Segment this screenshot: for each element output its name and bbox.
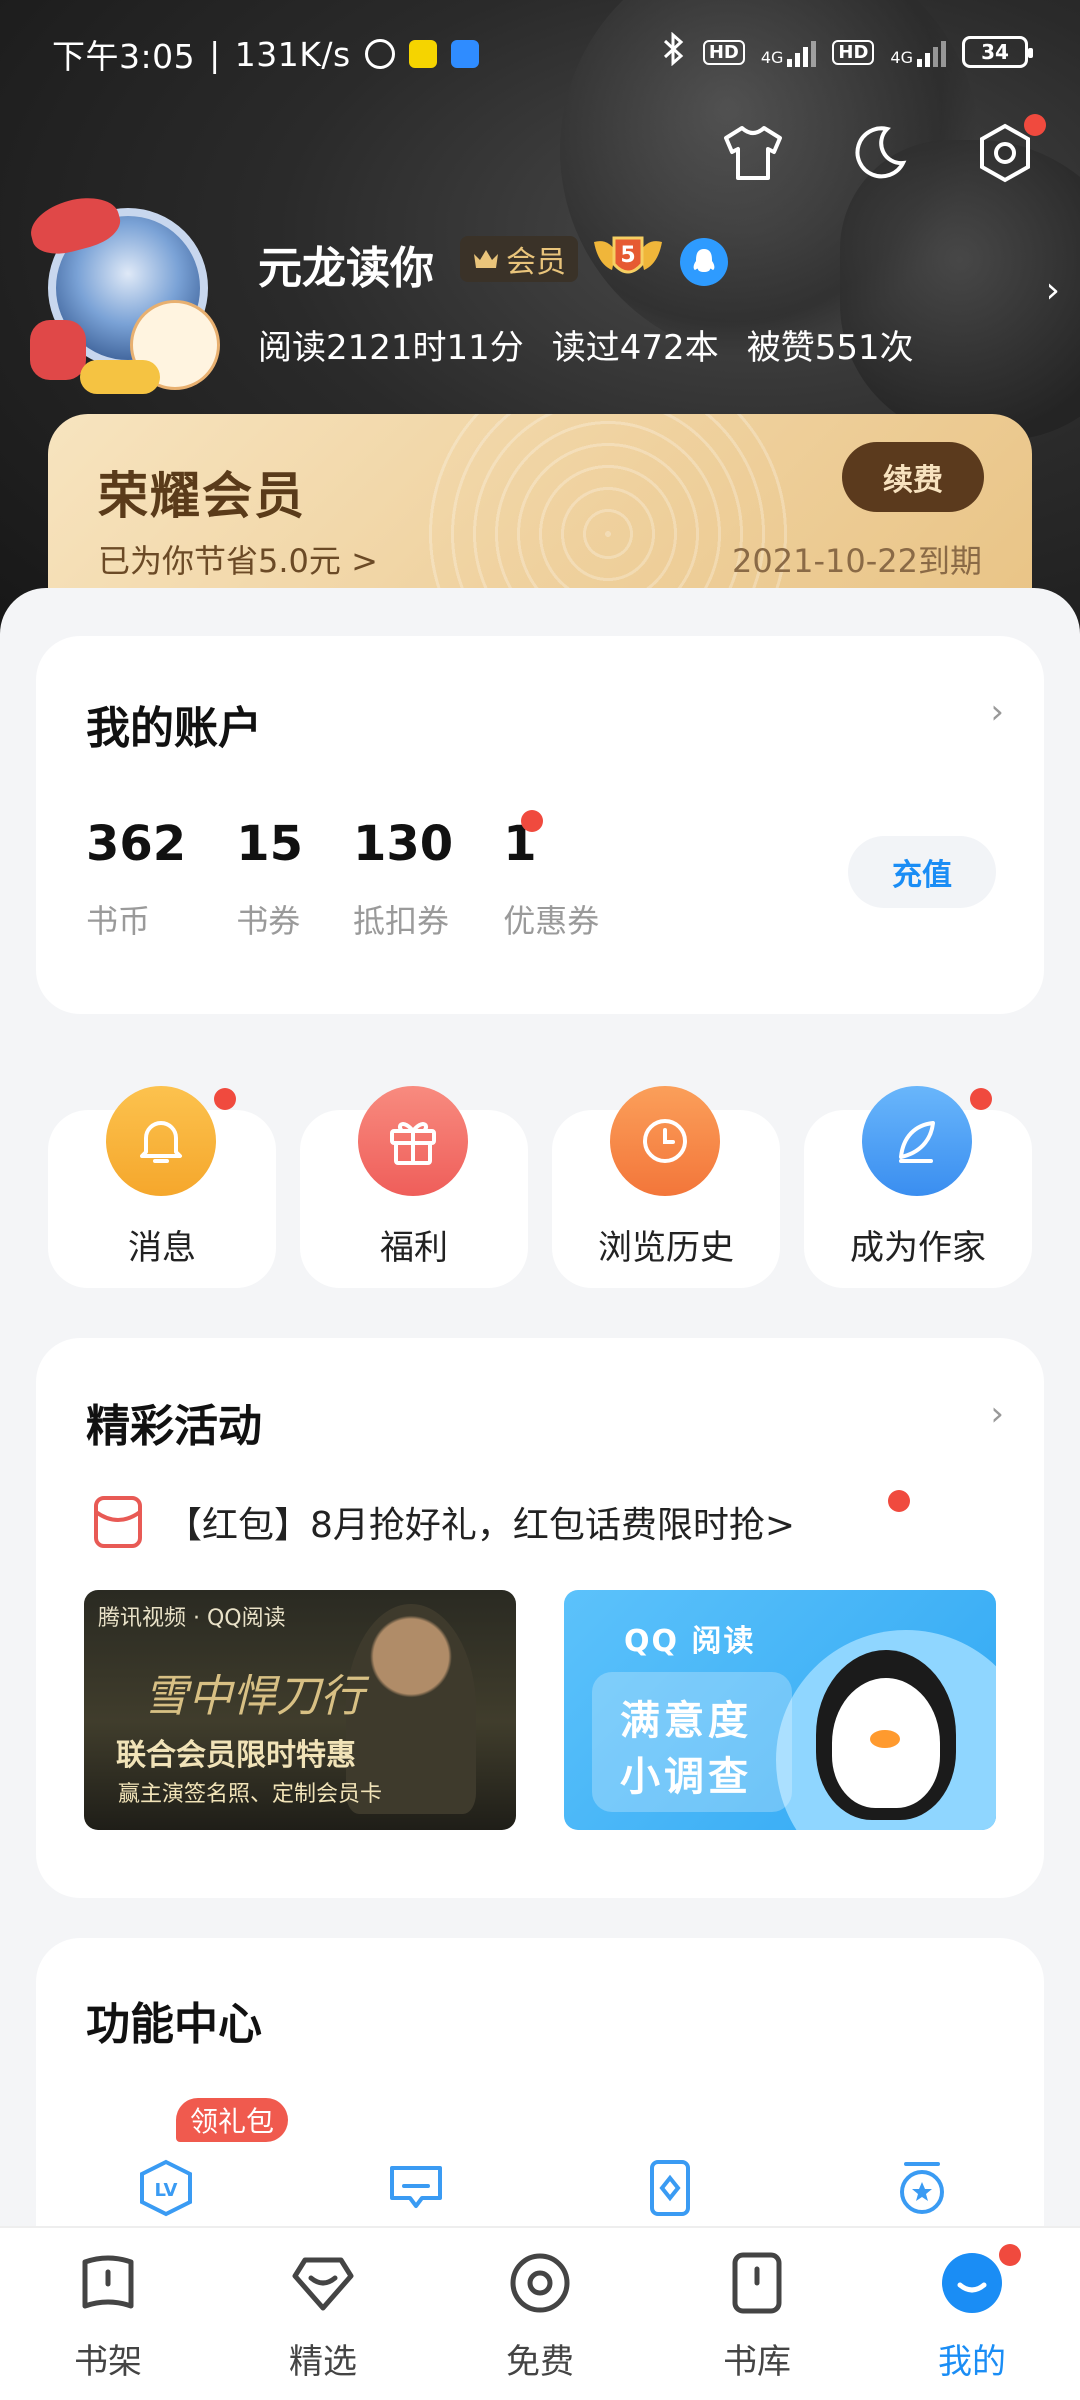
comment-icon[interactable] xyxy=(386,2158,446,2218)
signal-icon: 4G xyxy=(890,37,946,67)
avatar-frame-bag xyxy=(30,320,86,380)
avatar[interactable] xyxy=(20,189,230,400)
status-bar: 下午3:05 | 131K/s HD 4G HD 4G 34 xyxy=(0,0,1080,100)
app-notification-icon xyxy=(408,40,437,68)
battery-icon: 34 xyxy=(962,36,1033,68)
medal-icon[interactable] xyxy=(892,2158,952,2218)
notification-dot xyxy=(888,1490,910,1512)
app-notification-icon xyxy=(450,40,479,68)
username: 元龙读你 xyxy=(258,243,434,294)
profile-icon xyxy=(937,2244,1021,2318)
likes-count: 被赞551次 xyxy=(746,328,914,368)
tshirt-icon xyxy=(724,126,782,180)
gift-icon xyxy=(358,1086,468,1196)
qq-icon[interactable] xyxy=(680,238,728,286)
welfare-button[interactable]: 福利 xyxy=(300,1086,528,1288)
header-actions xyxy=(718,114,1046,188)
moon-icon xyxy=(855,126,907,179)
balance-coupons[interactable]: 1 优惠券 xyxy=(503,810,599,942)
library-icon xyxy=(722,2248,792,2318)
become-author-button[interactable]: 成为作家 xyxy=(804,1086,1032,1288)
balance-coins[interactable]: 362 书币 xyxy=(86,816,186,942)
bluetooth-icon xyxy=(661,31,687,72)
signal-icon: 4G xyxy=(761,37,817,67)
notification-dot xyxy=(999,2244,1021,2266)
status-net-speed: 131K/s xyxy=(234,34,351,74)
hd-icon: HD xyxy=(702,39,745,65)
recharge-button[interactable]: 充值 xyxy=(848,836,996,908)
chevron-right-icon[interactable]: › xyxy=(990,1394,1004,1434)
clock-icon xyxy=(610,1086,720,1196)
promo-banner-survey[interactable]: QQ 阅读 满意度 小调查 xyxy=(564,1590,996,1830)
nav-bookshelf[interactable]: 书架 xyxy=(33,2248,183,2398)
featured-icon xyxy=(288,2248,358,2318)
main-panel: 我的账户 › 362 书币 15 书券 130 抵扣券 1 优惠券 充值 消息 … xyxy=(0,588,1080,2338)
read-time: 阅读2121时11分 xyxy=(258,328,524,368)
avatar-frame-coins xyxy=(80,360,160,394)
level-shield-icon[interactable]: LV xyxy=(136,2158,196,2218)
notification-dot xyxy=(970,1088,992,1110)
account-card[interactable]: 我的账户 › 362 书币 15 书券 130 抵扣券 1 优惠券 充值 xyxy=(36,636,1044,1014)
books-read: 读过472本 xyxy=(551,328,719,368)
vip-expire-date: 2021-10-22到期 xyxy=(732,542,982,580)
account-balances: 362 书币 15 书券 130 抵扣券 1 优惠券 xyxy=(86,810,649,942)
balance-deduction[interactable]: 130 抵扣券 xyxy=(353,816,453,942)
chevron-right-icon[interactable]: › xyxy=(990,692,1004,732)
reading-stats: 阅读2121时11分 读过472本 被赞551次 xyxy=(258,320,914,369)
wing-level-icon: 5 xyxy=(594,236,662,274)
vip-card-pattern xyxy=(428,414,788,614)
status-time: 下午3:05 xyxy=(52,37,196,76)
balance-vouchers[interactable]: 15 书券 xyxy=(236,816,303,942)
nav-mine[interactable]: 我的 xyxy=(897,2244,1047,2398)
history-button[interactable]: 浏览历史 xyxy=(552,1086,780,1288)
promo-banner-video[interactable]: 腾讯视频 · QQ阅读 雪中悍刀行 联合会员限时特惠 赢主演签名照、定制会员卡 xyxy=(84,1590,516,1830)
vip-badge[interactable]: 会员 xyxy=(460,236,578,282)
settings-button[interactable] xyxy=(970,114,1046,188)
svg-text:5: 5 xyxy=(620,243,635,268)
gift-package-tag: 领礼包 xyxy=(176,2098,289,2142)
notification-dot xyxy=(214,1088,236,1110)
notification-dot xyxy=(1024,114,1046,136)
red-packet-link[interactable]: 【红包】8月抢好礼，红包话费限时抢> xyxy=(92,1490,910,1550)
nav-free[interactable]: 免费 xyxy=(465,2248,615,2398)
profile-summary[interactable]: 元龙读你 会员 5 阅读2121时11分 读过472本 被赞551次 › xyxy=(20,189,1060,400)
quick-actions: 消息 福利 浏览历史 成为作家 xyxy=(48,1084,1032,1288)
chevron-right-icon[interactable]: › xyxy=(1046,270,1060,311)
night-mode-button[interactable] xyxy=(844,118,914,188)
hd-icon: HD xyxy=(832,39,875,65)
level-badge[interactable]: 5 xyxy=(588,230,668,286)
pen-icon xyxy=(862,1086,972,1196)
account-title: 我的账户 xyxy=(86,703,262,754)
ticket-icon[interactable] xyxy=(640,2158,700,2218)
function-center-title: 功能中心 xyxy=(86,1999,262,2050)
nav-featured[interactable]: 精选 xyxy=(248,2248,398,2398)
vip-card[interactable]: 荣耀会员 已为你节省5.0元 > 续费 2021-10-22到期 xyxy=(48,414,1032,614)
svg-text:LV: LV xyxy=(155,2180,178,2201)
bottom-navigation: 书架 精选 免费 书库 我的 xyxy=(0,2226,1080,2400)
crown-icon xyxy=(474,250,498,268)
events-title: 精彩活动 xyxy=(86,1401,262,1452)
renew-button[interactable]: 续费 xyxy=(842,442,984,512)
messages-button[interactable]: 消息 xyxy=(48,1086,276,1288)
skin-button[interactable] xyxy=(718,118,788,188)
envelope-icon xyxy=(94,1496,142,1548)
vip-savings-link[interactable]: 已为你节省5.0元 > xyxy=(98,536,378,582)
bookshelf-icon xyxy=(73,2248,143,2318)
nav-library[interactable]: 书库 xyxy=(682,2248,832,2398)
profile-header: 下午3:05 | 131K/s HD 4G HD 4G 34 元龙读你 会员 5… xyxy=(0,0,1080,660)
events-card: 精彩活动 › 【红包】8月抢好礼，红包话费限时抢> 腾讯视频 · QQ阅读 雪中… xyxy=(36,1338,1044,1898)
vip-title: 荣耀会员 xyxy=(98,467,306,525)
bell-icon xyxy=(106,1086,216,1196)
free-icon xyxy=(505,2248,575,2318)
alarm-icon xyxy=(364,39,395,69)
